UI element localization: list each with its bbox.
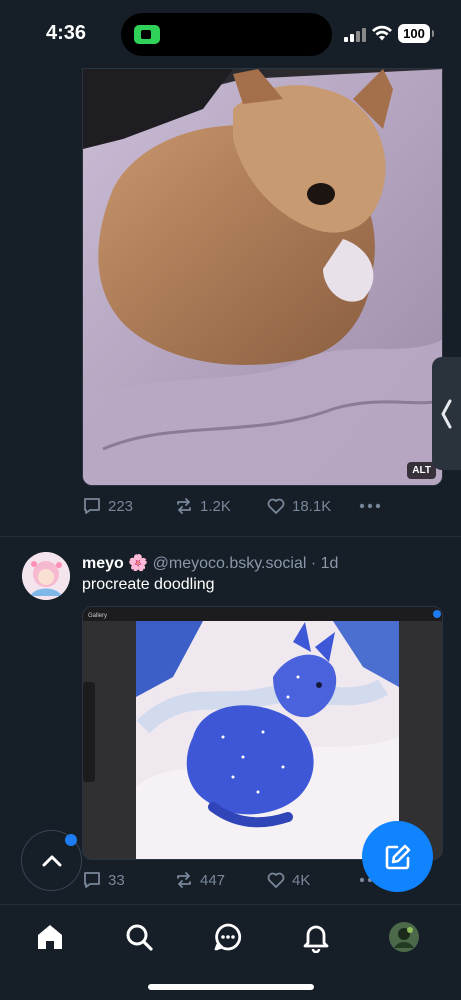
post-image-dog[interactable]: ALT <box>82 68 443 486</box>
compose-icon <box>385 844 411 870</box>
post2-actions: 33 447 4K <box>82 870 402 900</box>
reply-icon <box>84 498 100 514</box>
author-handle[interactable]: @meyoco.bsky.social <box>153 555 307 572</box>
battery-indicator: 100 <box>398 24 434 43</box>
meta-separator: · <box>310 555 317 572</box>
reply-count: 223 <box>108 497 134 515</box>
repost-icon <box>177 872 191 888</box>
repost-icon <box>177 498 191 514</box>
like-button[interactable]: 18.1K <box>266 496 331 516</box>
avatar-image <box>22 552 70 600</box>
tab-profile[interactable] <box>388 921 420 953</box>
more-icon <box>359 503 381 509</box>
home-indicator <box>148 984 314 990</box>
like-icon <box>267 498 285 514</box>
status-time: 4:36 <box>46 22 87 44</box>
new-posts-indicator <box>65 834 77 846</box>
chevron-up-icon <box>42 855 62 867</box>
repost-button[interactable]: 1.2K <box>174 496 231 516</box>
bell-icon <box>303 925 329 954</box>
tab-chat[interactable] <box>212 921 244 953</box>
reply-button[interactable]: 33 <box>82 870 125 890</box>
reply-count: 33 <box>108 871 125 889</box>
tab-search[interactable] <box>123 921 155 953</box>
tab-home[interactable] <box>34 921 66 953</box>
author-name[interactable]: meyo 🌸 <box>82 555 148 572</box>
alt-text-badge[interactable]: ALT <box>407 462 436 479</box>
cellular-signal-icon <box>344 28 366 42</box>
reply-icon <box>84 872 100 888</box>
like-count: 18.1K <box>292 497 332 515</box>
compose-post-button[interactable] <box>362 821 433 892</box>
tab-notifications[interactable] <box>300 921 332 954</box>
dog-photo <box>83 69 442 485</box>
like-button[interactable]: 4K <box>266 870 310 890</box>
reply-button[interactable]: 223 <box>82 496 133 516</box>
wifi-icon <box>372 25 392 41</box>
like-icon <box>267 872 285 888</box>
post1-actions: 223 1.2K 18.1K <box>82 496 402 526</box>
side-drawer-handle[interactable] <box>432 357 461 470</box>
author-avatar[interactable] <box>22 552 70 600</box>
home-icon <box>38 925 62 949</box>
like-count: 4K <box>292 871 311 889</box>
profile-avatar <box>389 922 419 952</box>
post-text: procreate doodling <box>82 576 215 593</box>
chat-icon <box>214 923 242 951</box>
repost-count: 447 <box>200 871 226 889</box>
search-icon <box>126 924 153 951</box>
post-author-line: meyo 🌸 @meyoco.bsky.social · 1d <box>82 553 338 573</box>
more-button[interactable] <box>358 502 382 510</box>
procreate-gallery-label: Gallery <box>88 613 107 619</box>
dynamic-island <box>121 13 332 56</box>
post-age: 1d <box>320 555 339 572</box>
facetime-icon <box>134 25 160 44</box>
repost-button[interactable]: 447 <box>174 870 225 890</box>
status-bar: 4:36 100 <box>0 0 461 68</box>
repost-count: 1.2K <box>200 497 231 515</box>
chevron-left-icon <box>441 399 452 429</box>
post-divider <box>0 536 461 537</box>
